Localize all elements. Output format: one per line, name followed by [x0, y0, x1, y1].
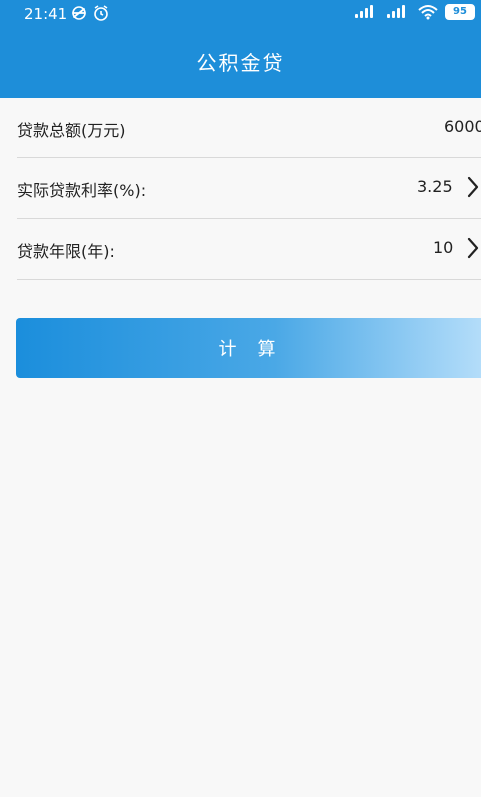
cellular-signal-icon [353, 4, 379, 20]
chevron-right-icon[interactable] [466, 235, 480, 261]
status-bar: 21:41 95 [0, 0, 481, 32]
interest-rate-label: 实际贷款利率(%): [17, 181, 147, 200]
notification-muted-icon [70, 4, 88, 26]
status-time: 21:41 [24, 5, 68, 23]
cellular-signal-icon-2 [385, 4, 411, 20]
calculate-button[interactable]: 计 算 [16, 318, 481, 378]
loan-amount-value[interactable]: 6000 [444, 117, 481, 136]
interest-rate-row[interactable]: 实际贷款利率(%): 3.25 [0, 158, 481, 218]
chevron-right-icon[interactable] [466, 174, 480, 200]
battery-indicator: 95 [445, 4, 475, 20]
loan-term-label: 贷款年限(年): [17, 242, 115, 261]
alarm-icon [92, 4, 110, 26]
status-right: 95 [353, 4, 475, 20]
header-bar: 21:41 95 公积金贷 [0, 0, 481, 98]
loan-term-value[interactable]: 10 [433, 238, 453, 257]
loan-amount-label: 贷款总额(万元) [17, 121, 126, 140]
wifi-icon [417, 4, 439, 20]
interest-rate-value[interactable]: 3.25 [417, 177, 453, 196]
loan-amount-row[interactable]: 贷款总额(万元) 6000 [0, 98, 481, 158]
loan-term-row[interactable]: 贷款年限(年): 10 [0, 219, 481, 279]
page-title: 公积金贷 [196, 51, 285, 75]
divider [17, 279, 481, 280]
